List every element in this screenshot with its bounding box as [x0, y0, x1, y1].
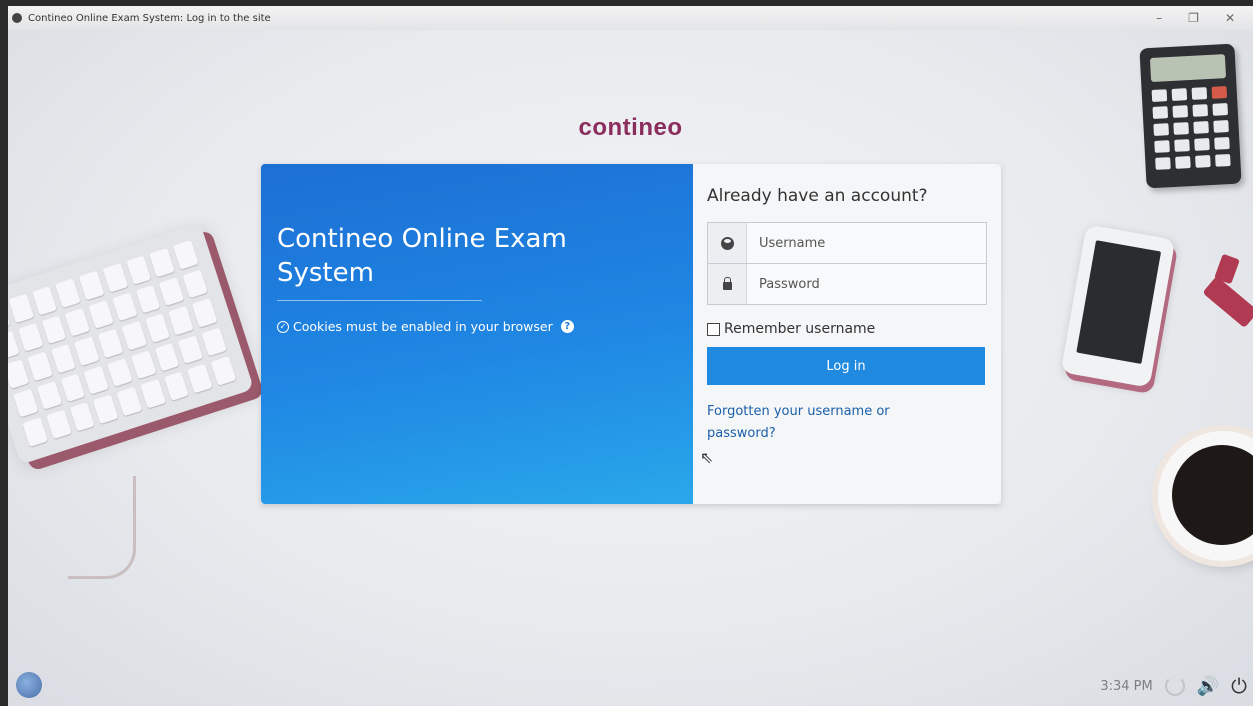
desktop-screen: Contineo Online Exam System: Log in to t…	[8, 6, 1253, 706]
start-button[interactable]	[16, 672, 42, 698]
power-icon[interactable]: ⏻	[1231, 674, 1247, 698]
login-info-panel: Contineo Online Exam System ✓ Cookies mu…	[261, 164, 693, 504]
window-title: Contineo Online Exam System: Log in to t…	[28, 12, 271, 24]
credentials-group	[707, 222, 987, 305]
username-addon	[708, 223, 747, 263]
loading-spinner-icon	[1164, 676, 1185, 696]
remember-label: Remember username	[724, 321, 876, 337]
coffee-mug-decoration	[1158, 431, 1253, 561]
site-title: Contineo Online Exam System	[277, 224, 567, 288]
system-tray: 3:34 PM 🔊 ⏻	[1100, 674, 1247, 698]
phone-decoration	[1060, 224, 1176, 388]
maximize-button[interactable]: ❐	[1188, 11, 1199, 25]
close-button[interactable]: ✕	[1225, 11, 1235, 25]
login-heading: Already have an account?	[707, 186, 928, 206]
username-input[interactable]	[747, 223, 986, 263]
forgot-password-link[interactable]: Forgotten your username or password?	[707, 401, 937, 445]
cookies-notice: ✓ Cookies must be enabled in your browse…	[277, 319, 677, 334]
window-titlebar: Contineo Online Exam System: Log in to t…	[8, 6, 1253, 30]
login-form-panel: Already have an account? Remembe	[693, 164, 1001, 504]
mouse-cable-decoration	[68, 476, 136, 579]
password-input[interactable]	[747, 264, 986, 304]
taskbar: 3:34 PM 🔊 ⏻	[8, 666, 1253, 706]
mouse-cursor-icon: ⇖	[700, 448, 714, 467]
remember-username[interactable]: Remember username	[707, 321, 987, 337]
login-card: Contineo Online Exam System ✓ Cookies mu…	[261, 164, 1001, 504]
minimize-button[interactable]: –	[1156, 11, 1162, 25]
cookies-notice-text: Cookies must be enabled in your browser	[293, 319, 553, 334]
password-addon	[708, 264, 747, 304]
site-logo[interactable]: contineo	[8, 114, 1253, 142]
app-icon	[12, 13, 22, 23]
lock-icon	[722, 277, 732, 290]
username-row	[708, 223, 986, 263]
title-divider	[277, 300, 482, 301]
help-icon[interactable]: ?	[560, 320, 574, 333]
login-button[interactable]: Log in	[707, 347, 985, 385]
user-icon	[720, 236, 734, 250]
volume-icon[interactable]: 🔊	[1197, 676, 1219, 697]
check-circle-icon: ✓	[277, 320, 289, 333]
usb-drive-decoration	[1202, 275, 1253, 329]
remember-checkbox[interactable]	[707, 322, 720, 336]
password-row	[708, 263, 986, 304]
keyboard-decoration	[8, 222, 255, 465]
clock: 3:34 PM	[1100, 678, 1153, 694]
